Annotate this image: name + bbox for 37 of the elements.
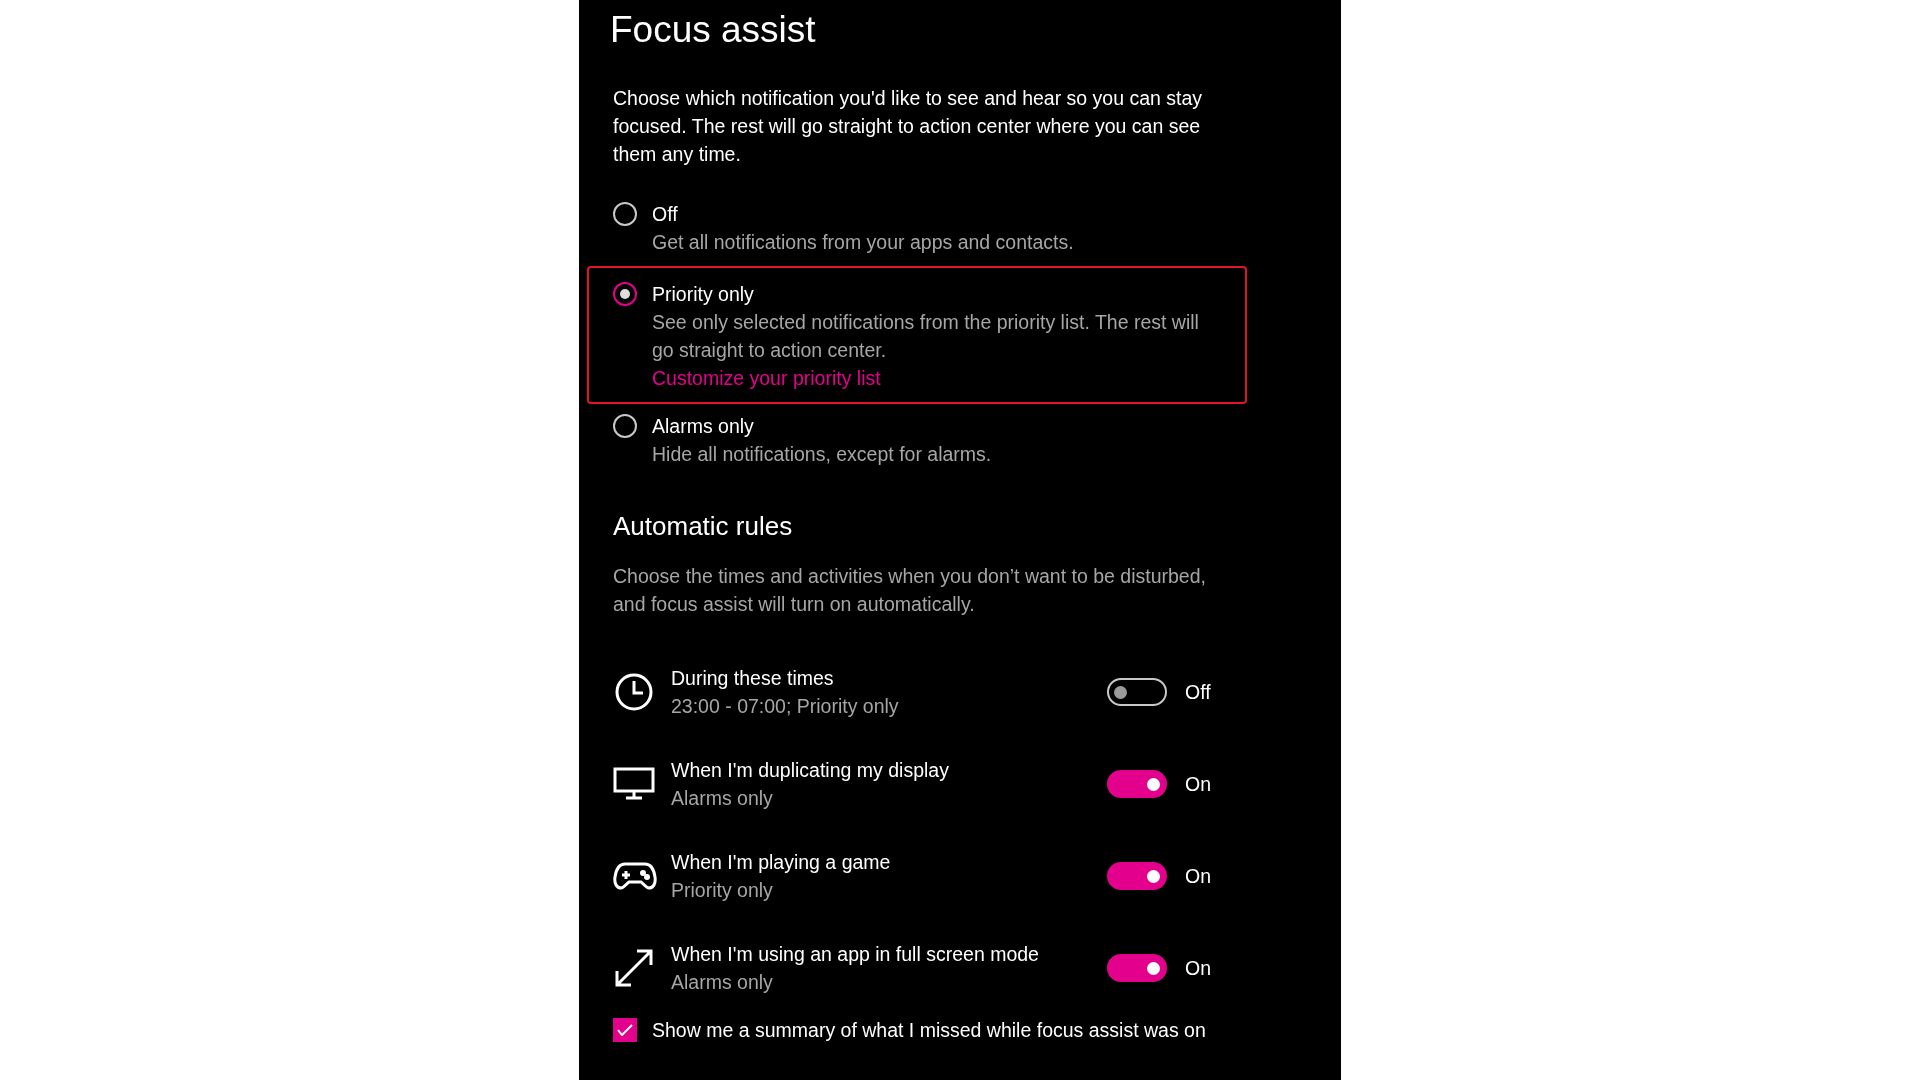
- rule-title: When I'm using an app in full screen mode: [671, 942, 1040, 967]
- checkmark-icon: [617, 1024, 633, 1036]
- toggle-state-label: On: [1185, 864, 1212, 888]
- gamepad-icon: [613, 861, 657, 891]
- radio-button[interactable]: [613, 414, 637, 438]
- rule-title: During these times: [671, 666, 835, 691]
- toggle-switch[interactable]: [1107, 678, 1167, 706]
- toggle-switch[interactable]: [1107, 862, 1167, 890]
- option-label: Off: [652, 202, 679, 227]
- option-label: Alarms only: [652, 414, 755, 439]
- section-heading: Automatic rules: [613, 510, 794, 543]
- rule-subtitle: Priority only: [671, 878, 774, 903]
- rule-subtitle: 23:00 - 07:00; Priority only: [671, 694, 900, 719]
- expand-arrow-icon: [613, 947, 655, 989]
- rule-title: When I'm playing a game: [671, 850, 892, 875]
- toggle-state-label: Off: [1185, 680, 1212, 704]
- monitor-icon: [613, 767, 655, 801]
- customize-link[interactable]: Customize your priority list: [652, 364, 881, 392]
- clock-icon: [613, 671, 655, 713]
- checkbox[interactable]: [613, 1018, 637, 1042]
- checkbox-label: Show me a summary of what I missed while focus assist was on: [652, 1018, 1206, 1042]
- radio-button[interactable]: [613, 202, 637, 226]
- toggle-state-label: On: [1185, 772, 1212, 796]
- rule-title: When I'm duplicating my display: [671, 758, 950, 783]
- section-description: Choose the times and activities when you don’t want to be disturbed, and focus assist will turn on automatically.: [613, 564, 1207, 617]
- rule-subtitle: Alarms only: [671, 970, 774, 995]
- description-text: Choose which notification you'd like to see and hear so you can stay focused. The rest will go straight to action center where you can see them any time.: [613, 86, 1204, 167]
- option-description: See only selected notifications from the priority list. The rest will go straight to action center.: [652, 310, 1200, 363]
- toggle-switch[interactable]: [1107, 770, 1167, 798]
- rule-subtitle: Alarms only: [671, 786, 774, 811]
- radio-button[interactable]: [613, 282, 637, 306]
- toggle-state-label: On: [1185, 956, 1212, 980]
- option-description: Hide all notifications, except for alarms.: [652, 442, 993, 467]
- page-title: Focus assist: [610, 8, 817, 52]
- option-description: Get all notifications from your apps and contacts.: [652, 230, 1075, 255]
- toggle-switch[interactable]: [1107, 954, 1167, 982]
- option-label: Priority only: [652, 282, 755, 307]
